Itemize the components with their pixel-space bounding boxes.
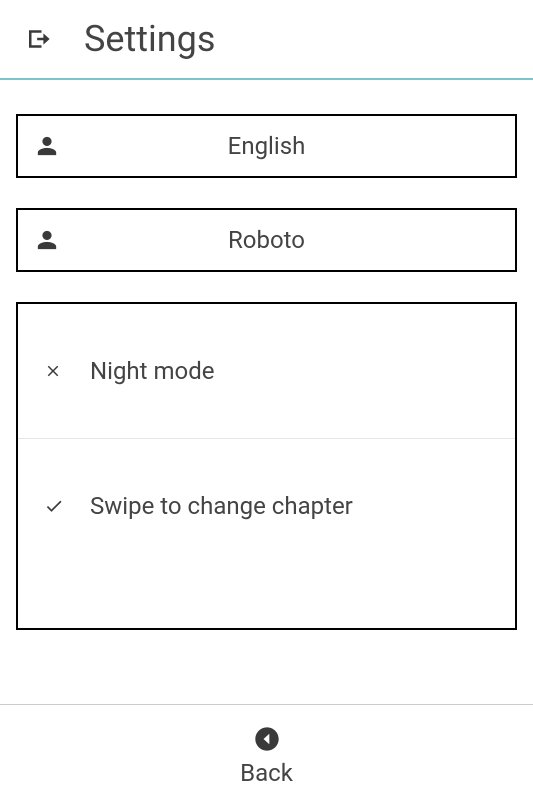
person-icon: [36, 135, 58, 157]
night-mode-label: Night mode: [90, 357, 214, 385]
page-title: Settings: [84, 18, 215, 60]
font-label: Roboto: [18, 226, 515, 254]
language-label: English: [18, 132, 515, 160]
cross-icon: [44, 362, 70, 380]
font-selector[interactable]: Roboto: [16, 208, 517, 272]
swipe-chapter-label: Swipe to change chapter: [90, 492, 353, 520]
header: Settings: [0, 0, 533, 78]
check-icon: [44, 496, 70, 516]
language-selector[interactable]: English: [16, 114, 517, 178]
night-mode-toggle[interactable]: Night mode: [18, 304, 515, 438]
back-icon: [253, 725, 281, 757]
toggle-panel: Night mode Swipe to change chapter: [16, 302, 517, 630]
back-label: Back: [240, 759, 293, 787]
swipe-chapter-toggle[interactable]: Swipe to change chapter: [18, 438, 515, 572]
person-icon: [36, 229, 58, 251]
back-button[interactable]: Back: [0, 704, 533, 800]
content: English Roboto Night mode Swipe to c: [0, 80, 533, 630]
logout-icon[interactable]: [22, 22, 56, 56]
